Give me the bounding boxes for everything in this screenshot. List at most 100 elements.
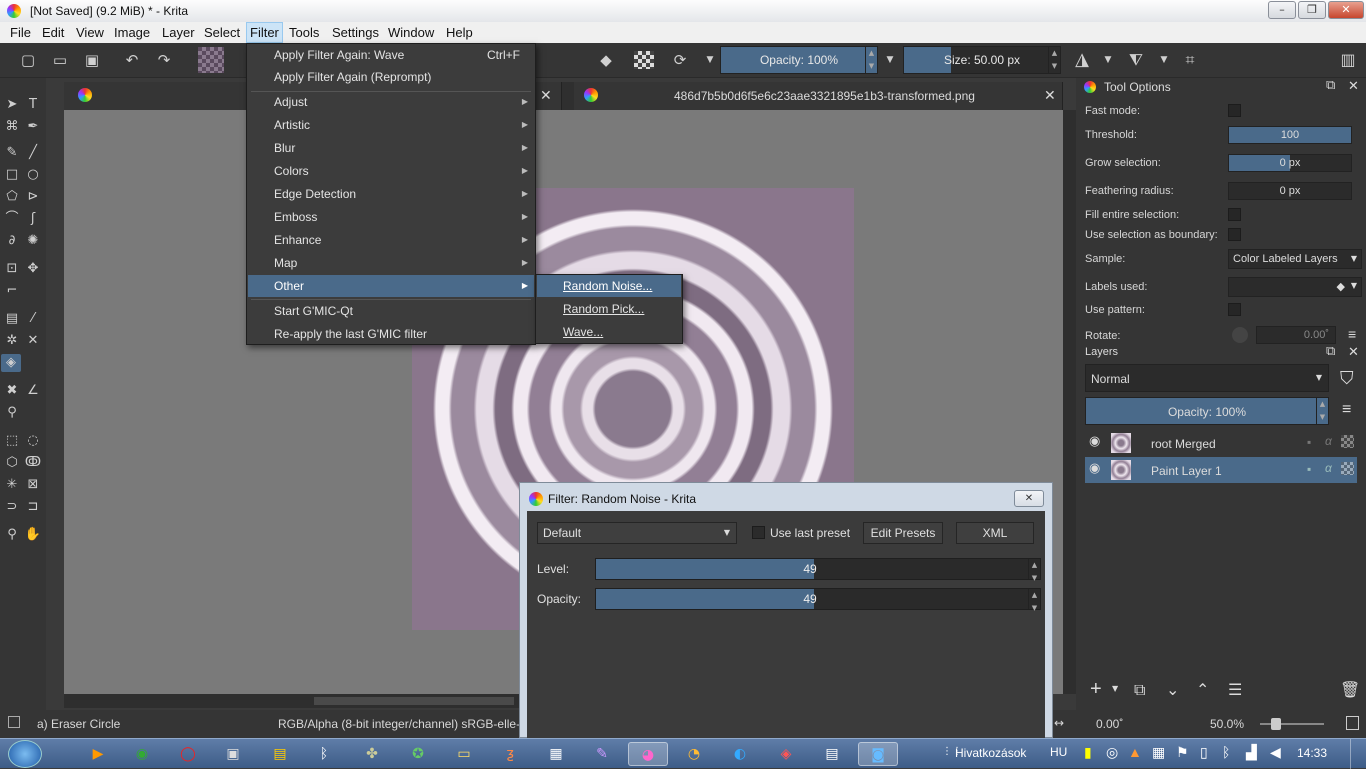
preset-dropdown[interactable]: Default ▼ (537, 522, 737, 544)
ellipse-selection-icon[interactable]: ◌ (24, 432, 42, 450)
tray-icon[interactable]: ▯ (1200, 744, 1208, 761)
menu-item-adjust[interactable]: Adjust ▶ (248, 91, 534, 113)
undo-icon[interactable]: ↶ (122, 51, 142, 69)
inherit-alpha-icon[interactable] (1341, 462, 1354, 475)
close-button[interactable]: ✕ (1328, 1, 1364, 19)
menu-item-blur[interactable]: Blur ▶ (248, 137, 534, 159)
pan-tool-icon[interactable]: ✋ (24, 526, 42, 544)
menu-item-artistic[interactable]: Artistic ▶ (248, 114, 534, 136)
eye-icon[interactable]: ◉ (1089, 461, 1100, 476)
close-docker-icon[interactable]: ✕ (1348, 344, 1359, 360)
menu-view[interactable]: View (76, 25, 104, 40)
filter-icon[interactable]: ⛉ (1340, 368, 1354, 389)
tray-icon[interactable]: ◎ (1106, 744, 1118, 761)
colorize-mask-icon[interactable]: ✲ (3, 332, 21, 350)
lock-icon[interactable]: ▪ (1307, 462, 1311, 476)
menu-item-enhance[interactable]: Enhance ▶ (248, 229, 534, 251)
start-button[interactable] (8, 740, 42, 768)
volume-icon[interactable]: ◀ (1270, 744, 1281, 761)
fill-tool-icon[interactable]: ◈ (1, 354, 21, 372)
rectangle-tool-icon[interactable]: □ (3, 166, 21, 184)
rotate-dial[interactable] (1232, 327, 1248, 343)
menu-file[interactable]: File (10, 25, 31, 40)
layer-opacity-slider[interactable]: Opacity: 100% ▲ ▼ (1085, 397, 1329, 425)
duplicate-layer-icon[interactable]: ⧉ (1134, 680, 1145, 700)
select-shapes-icon[interactable]: ➤ (3, 96, 21, 114)
media-player-icon[interactable]: ▶ (78, 742, 118, 766)
labels-used-dropdown[interactable]: ◆ ▼ (1228, 277, 1362, 297)
similar-selection-icon[interactable]: ⊠ (24, 476, 42, 494)
menu-lines-icon[interactable]: ≡ (1342, 401, 1351, 419)
menu-item-random-pick[interactable]: Random Pick... (537, 298, 681, 320)
menu-item-emboss[interactable]: Emboss ▶ (248, 206, 534, 228)
menu-edit[interactable]: Edit (42, 25, 64, 40)
menu-item-start-gmic[interactable]: Start G'MIC-Qt (248, 300, 534, 322)
transparency-icon[interactable] (634, 51, 654, 69)
menu-item-edge-detection[interactable]: Edge Detection ▶ (248, 183, 534, 205)
apply-filter-reprompt-item[interactable]: Apply Filter Again (Reprompt) (248, 66, 534, 88)
reference-images-icon[interactable]: ⚲ (3, 404, 21, 422)
app-icon[interactable]: ✤ (352, 742, 392, 766)
app-icon[interactable]: ◐ (720, 742, 760, 766)
save-icon[interactable]: ▣ (82, 51, 102, 69)
menu-item-colors[interactable]: Colors ▶ (248, 160, 534, 182)
layer-opacity-arrows[interactable]: ▲ ▼ (1316, 398, 1328, 424)
chrome-icon[interactable]: ◉ (122, 742, 162, 766)
app-icon[interactable]: ▤ (260, 742, 300, 766)
edit-shapes-icon[interactable]: ⌘ (3, 118, 21, 136)
apply-filter-again-item[interactable]: Apply Filter Again: Wave Ctrl+F (248, 44, 534, 66)
polyline-tool-icon[interactable]: ⊳ (24, 188, 42, 206)
bezier-tool-icon[interactable]: ⌒ (3, 210, 21, 228)
chevron-down-icon[interactable]: ▼ (880, 51, 900, 69)
menu-help[interactable]: Help (446, 25, 473, 40)
menu-item-wave[interactable]: Wave... (537, 321, 681, 343)
freehand-path-icon[interactable]: ʃ (24, 210, 42, 228)
fit-page-icon[interactable] (1346, 716, 1359, 730)
alpha-icon[interactable]: α (1325, 461, 1332, 475)
edit-presets-button[interactable]: Edit Presets (863, 522, 943, 544)
bluetooth-icon[interactable]: ᛒ (304, 742, 344, 766)
app-icon[interactable]: ▣ (213, 742, 253, 766)
wrap-around-icon[interactable]: ⌗ (1180, 51, 1200, 69)
move-tool-icon[interactable]: ✥ (24, 260, 42, 278)
ellipse-tool-icon[interactable]: ○ (24, 166, 42, 184)
smart-patch-icon[interactable]: ✕ (24, 332, 42, 350)
mirror-vertical-icon[interactable]: ⧨ (1126, 51, 1146, 69)
app-icon[interactable]: ▦ (536, 742, 576, 766)
use-last-preset-checkbox[interactable] (752, 526, 765, 539)
calligraphy-icon[interactable]: ✒ (24, 118, 42, 136)
document-tab-2[interactable]: 486d7b5b0d6f5e6c23aae3321895e1b3-transfo… (574, 82, 1063, 110)
app-icon[interactable]: ◙ (858, 742, 898, 766)
redo-icon[interactable]: ↷ (154, 51, 174, 69)
float-docker-icon[interactable]: ⧉ (1326, 344, 1335, 359)
alpha-icon[interactable]: α (1325, 434, 1332, 448)
mirror-horizontal-icon[interactable]: ◮ (1072, 51, 1092, 69)
xml-button[interactable]: XML (956, 522, 1034, 544)
add-layer-icon[interactable]: + (1090, 678, 1102, 701)
level-spin-arrows[interactable]: ▲ ▼ (1028, 559, 1040, 582)
menu-image[interactable]: Image (114, 25, 150, 40)
app-icon[interactable]: ▤ (812, 742, 852, 766)
lock-icon[interactable]: ▪ (1307, 435, 1311, 449)
layer-row[interactable]: ◉ root Merged ▪ α (1085, 430, 1357, 456)
tray-icon[interactable]: ▦ (1152, 744, 1165, 761)
app-icon[interactable]: ✎ (582, 742, 622, 766)
menu-window[interactable]: Window (388, 25, 434, 40)
fill-entire-checkbox[interactable] (1228, 208, 1241, 221)
workspace-icon[interactable]: ▥ (1338, 51, 1358, 69)
app-icon[interactable]: ✪ (398, 742, 438, 766)
eye-icon[interactable]: ◉ (1089, 434, 1100, 449)
color-picker-icon[interactable]: ⁄ (24, 310, 42, 328)
language-indicator[interactable]: HU (1050, 745, 1067, 759)
opacity-spin-arrows[interactable]: ▲ ▼ (865, 47, 877, 73)
menu-item-reapply-gmic[interactable]: Re-apply the last G'MIC filter (248, 323, 534, 345)
rotate-field[interactable]: 0.00˚ (1256, 326, 1336, 344)
dialog-close-button[interactable]: ✕ (1014, 490, 1044, 507)
zoom-tool-icon[interactable]: ⚲ (3, 526, 21, 544)
open-folder-icon[interactable]: ▭ (50, 51, 70, 69)
horizontal-scrollbar[interactable] (64, 694, 519, 708)
feathering-field[interactable]: 0 px (1228, 182, 1352, 200)
chevron-down-icon[interactable]: ▼ (1154, 51, 1174, 69)
menu-settings[interactable]: Settings (332, 25, 379, 40)
tray-icon[interactable]: ▮ (1084, 744, 1092, 761)
